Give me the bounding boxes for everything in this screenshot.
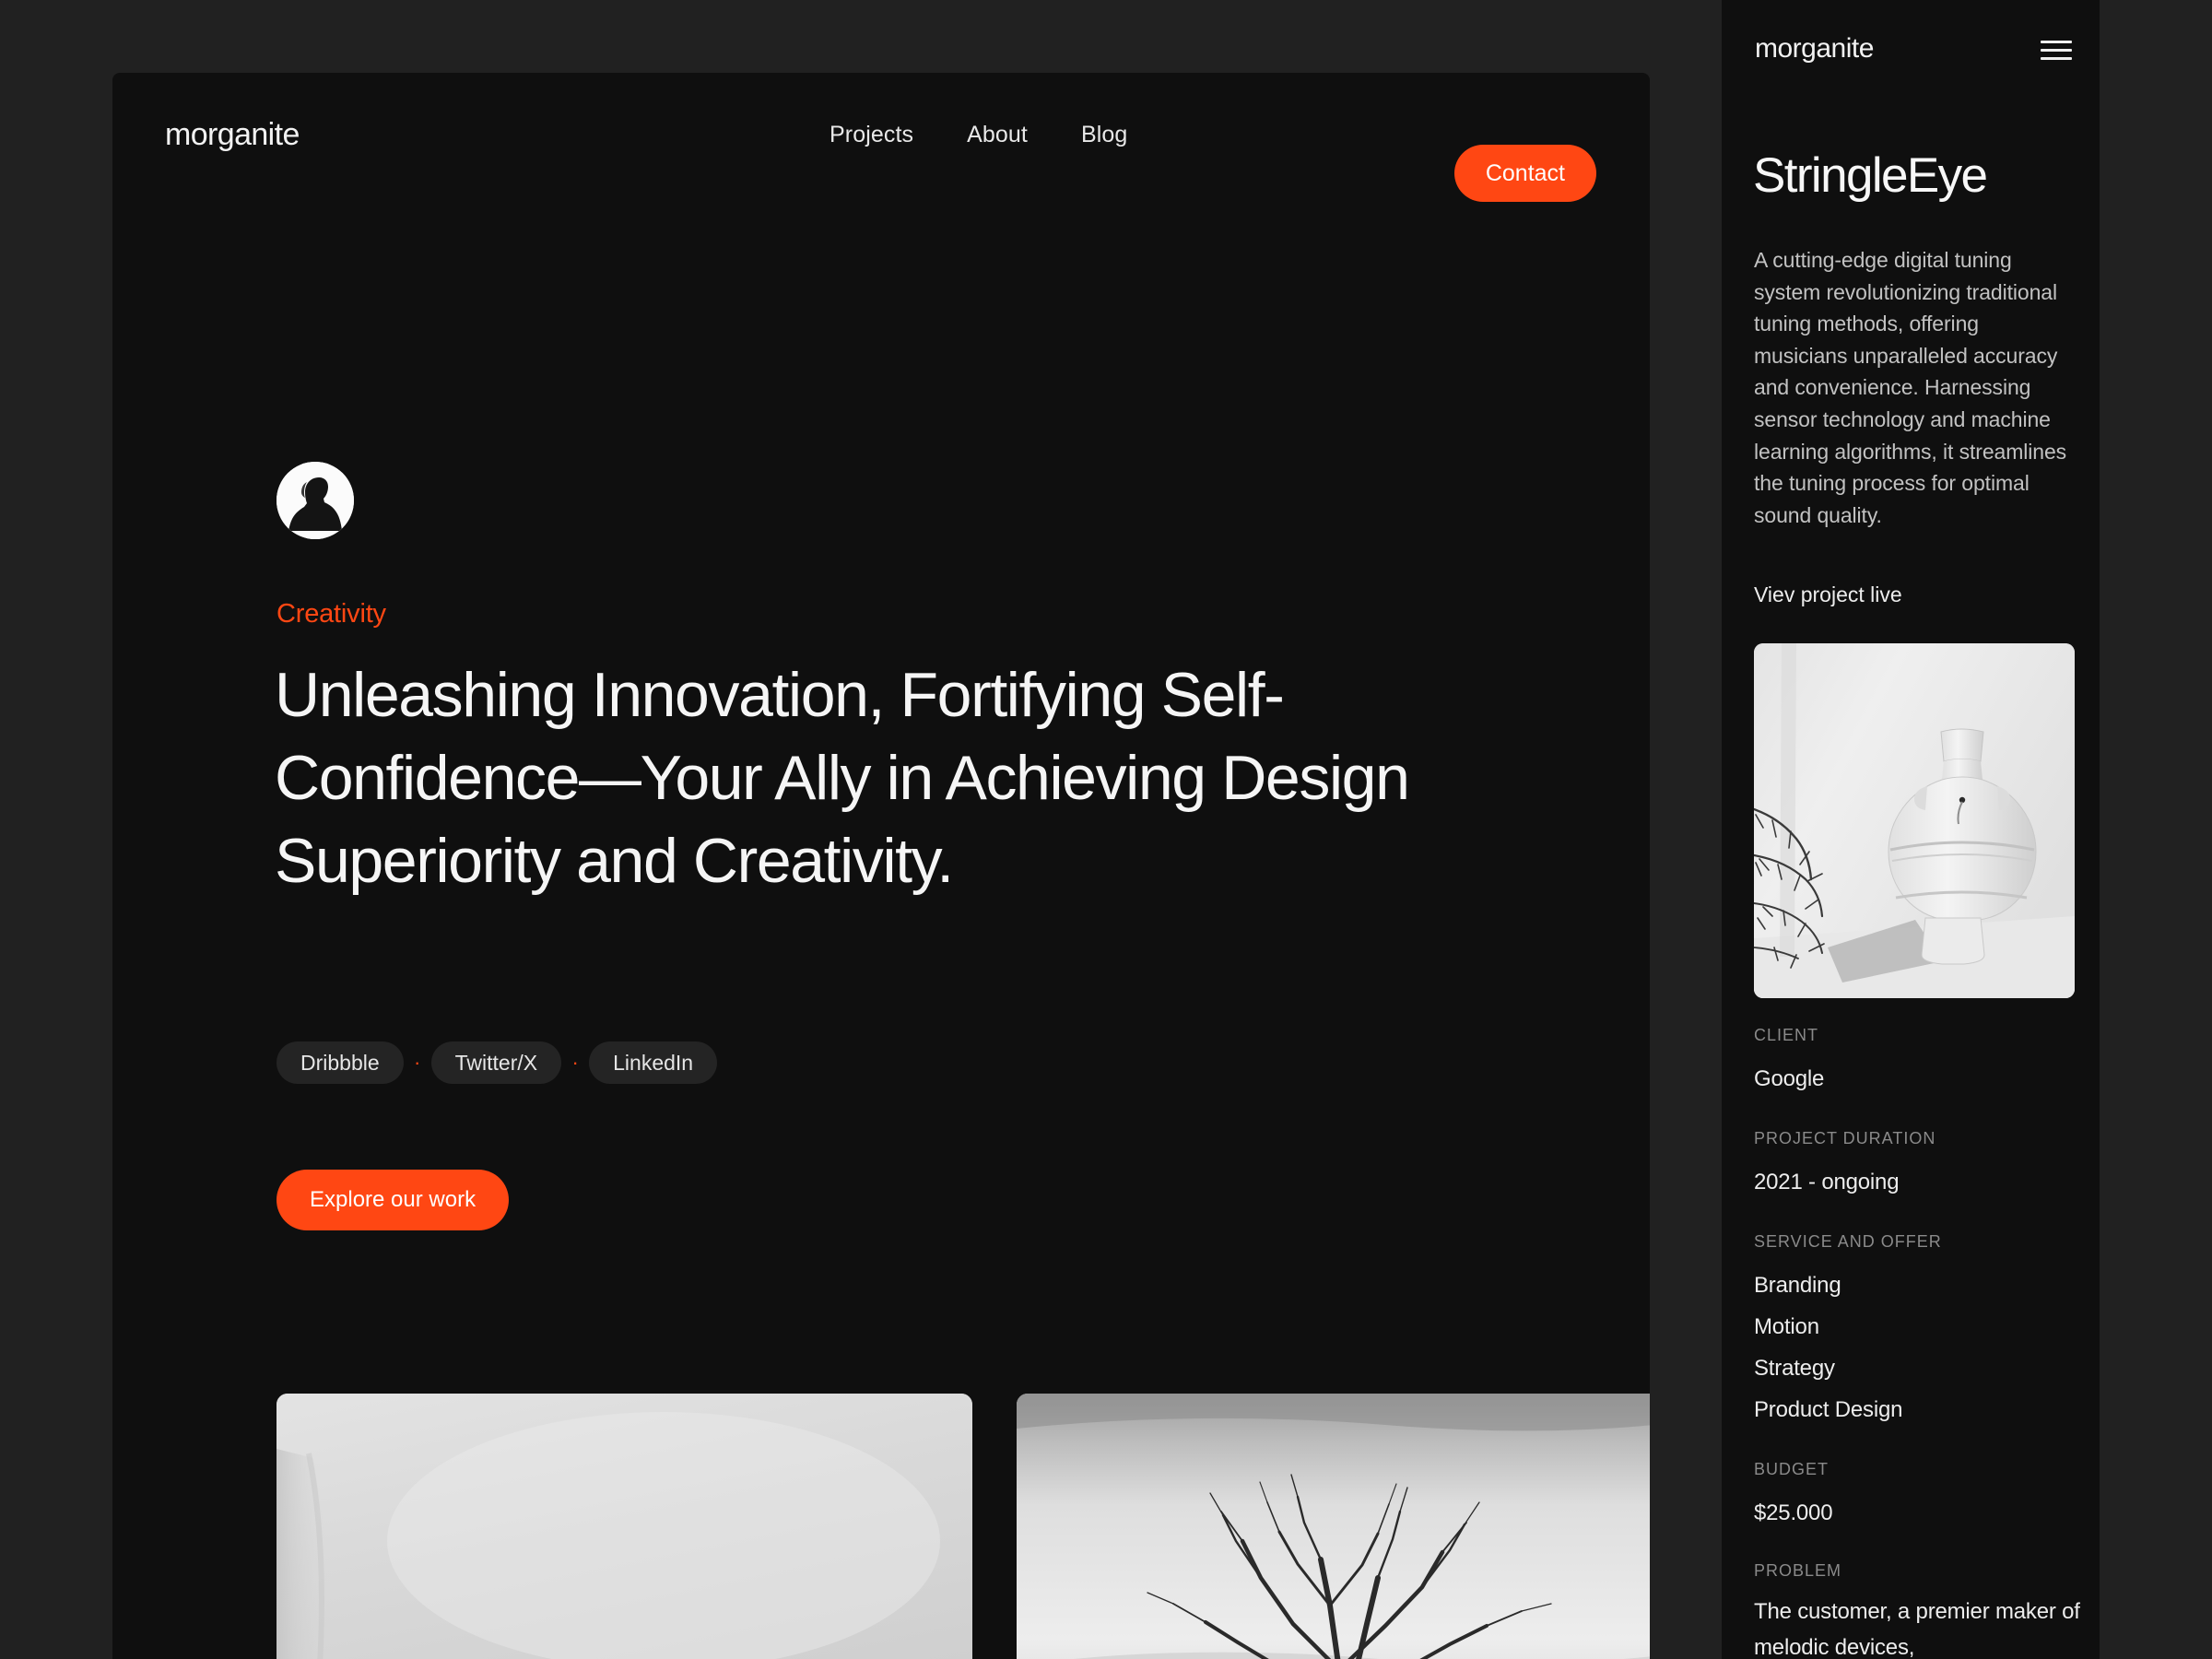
meta-block-problem: PROBLEM The customer, a premier maker of… bbox=[1754, 1561, 2082, 1659]
meta-value-strategy: Strategy bbox=[1754, 1356, 1835, 1381]
project-description: A cutting-edge digital tuning system rev… bbox=[1754, 248, 2067, 527]
nav-link-blog[interactable]: Blog bbox=[1081, 122, 1127, 148]
gallery-item-fabric[interactable] bbox=[276, 1394, 972, 1659]
brand-logo[interactable]: morganite bbox=[165, 117, 300, 153]
panel-header: morganite bbox=[1755, 33, 2072, 70]
main-content-card: morganite Projects About Blog Contact Cr… bbox=[112, 73, 1650, 1659]
meta-label-problem: PROBLEM bbox=[1754, 1561, 1842, 1580]
project-thumbnail[interactable] bbox=[1754, 643, 2075, 998]
project-title: StringleEye bbox=[1753, 148, 1988, 203]
meta-label-budget: BUDGET bbox=[1754, 1460, 1830, 1478]
meta-block-service-and-offer: SERVICE AND OFFER Branding Motion Strate… bbox=[1754, 1232, 2082, 1430]
meta-block-project-duration: PROJECT DURATION 2021 - ongoing bbox=[1754, 1129, 2082, 1203]
nav-link-about[interactable]: About bbox=[967, 122, 1028, 148]
social-links-row: Dribbble · Twitter/X · LinkedIn bbox=[276, 1041, 718, 1084]
meta-value-motion: Motion bbox=[1754, 1314, 1819, 1339]
meta-label-project-duration: PROJECT DURATION bbox=[1754, 1129, 1936, 1147]
hamburger-menu-icon[interactable] bbox=[2041, 41, 2072, 61]
panel-brand-logo[interactable]: morganite bbox=[1755, 33, 1874, 65]
nav-link-projects[interactable]: Projects bbox=[830, 122, 913, 148]
project-gallery bbox=[276, 1394, 1650, 1659]
meta-value-budget: $25.000 bbox=[1754, 1500, 1833, 1525]
meta-label-client: CLIENT bbox=[1754, 1026, 1819, 1044]
social-link-dribbble[interactable]: Dribbble bbox=[276, 1041, 404, 1084]
meta-value-client: Google bbox=[1754, 1066, 1825, 1091]
view-project-live-link[interactable]: Viev project live bbox=[1754, 582, 1902, 607]
meta-block-client: CLIENT Google bbox=[1754, 1026, 2082, 1100]
meta-value-problem: The customer, a premier maker of melodic… bbox=[1754, 1599, 2080, 1659]
contact-button[interactable]: Contact bbox=[1453, 145, 1596, 202]
app-screen: morganite Projects About Blog Contact Cr… bbox=[0, 0, 2212, 1659]
meta-value-branding: Branding bbox=[1754, 1273, 1841, 1298]
meta-value-project-duration: 2021 - ongoing bbox=[1754, 1170, 1900, 1194]
meta-block-budget: BUDGET $25.000 bbox=[1754, 1460, 2082, 1534]
avatar bbox=[276, 462, 354, 539]
social-link-linkedin[interactable]: LinkedIn bbox=[589, 1041, 718, 1084]
project-meta-list: CLIENT Google PROJECT DURATION 2021 - on… bbox=[1754, 1026, 2082, 1659]
top-navigation-bar: morganite Projects About Blog Contact bbox=[112, 73, 1650, 202]
separator-dot: · bbox=[571, 1051, 579, 1074]
page-title: Unleashing Innovation, Fortifying Self-C… bbox=[275, 660, 1410, 896]
meta-label-service-and-offer: SERVICE AND OFFER bbox=[1754, 1232, 1942, 1251]
nav-links: Projects About Blog bbox=[830, 122, 1127, 148]
gallery-item-tree[interactable] bbox=[1017, 1394, 1650, 1659]
explore-our-work-button[interactable]: Explore our work bbox=[276, 1170, 510, 1230]
separator-dot: · bbox=[413, 1051, 421, 1074]
meta-value-product-design: Product Design bbox=[1754, 1397, 1903, 1422]
hero-eyebrow: Creativity bbox=[276, 599, 386, 629]
project-detail-panel: morganite StringleEye A cutting-edge dig… bbox=[1722, 0, 2100, 1659]
social-link-twitter-x[interactable]: Twitter/X bbox=[430, 1041, 562, 1084]
